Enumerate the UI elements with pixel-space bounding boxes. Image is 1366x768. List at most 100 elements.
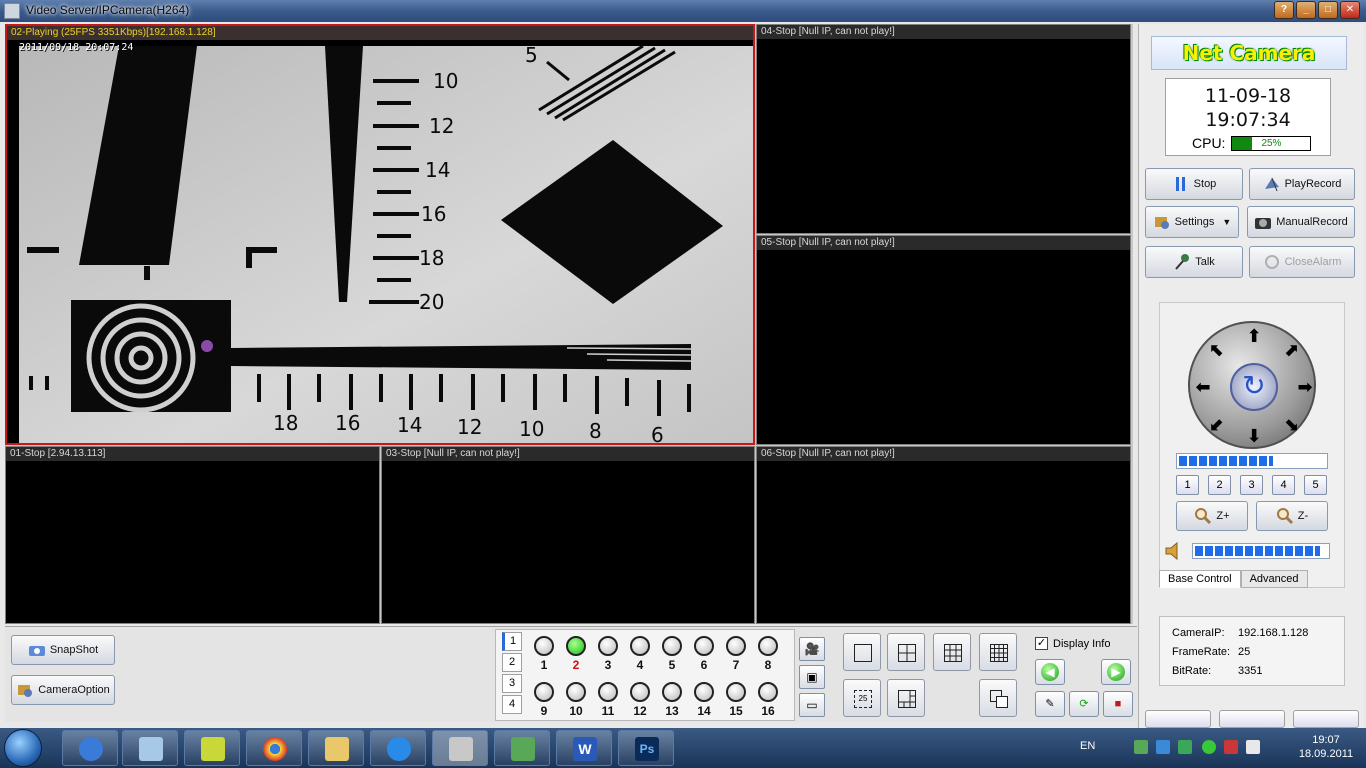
channel-button-5[interactable]: 5 — [660, 636, 684, 672]
thunderbird-icon — [79, 737, 103, 761]
arrow-down-left-icon[interactable]: ⬋ — [1208, 415, 1226, 433]
window-button[interactable] — [1219, 710, 1285, 728]
ptz-speed-slider[interactable] — [1176, 453, 1328, 469]
page-button-1[interactable]: 1 — [502, 632, 522, 651]
next-button[interactable]: ▶ — [1101, 659, 1131, 685]
tab-advanced[interactable]: Advanced — [1240, 570, 1308, 588]
layout-16-button[interactable] — [979, 633, 1017, 671]
auto-rotate-icon[interactable]: ↻ — [1230, 363, 1278, 411]
zoom-in-button[interactable]: Z+ — [1176, 501, 1248, 531]
video-pane-02[interactable]: 02-Playing (25FPS 3351Kbps)[192.168.1.12… — [5, 24, 755, 445]
channel-button-7[interactable]: 7 — [724, 636, 748, 672]
minimize-button[interactable]: _ — [1296, 1, 1316, 19]
channel-button-12[interactable]: 12 — [628, 682, 652, 718]
preset-button-4[interactable]: 4 — [1272, 475, 1295, 495]
tray-volume-icon[interactable] — [1224, 740, 1238, 754]
maximize-button[interactable]: □ — [1318, 1, 1338, 19]
volume-slider[interactable] — [1192, 543, 1330, 559]
playrecord-button[interactable]: PlayRecord — [1249, 168, 1355, 200]
speaker-icon[interactable] — [1164, 541, 1186, 564]
tray-status-icon[interactable] — [1202, 740, 1216, 754]
edit-button[interactable]: ✎ — [1035, 691, 1065, 717]
taskbar-clock[interactable]: 19:07 18.09.2011 — [1296, 733, 1356, 761]
channel-button-11[interactable]: 11 — [596, 682, 620, 718]
manualrecord-button[interactable]: ManualRecord — [1247, 206, 1355, 238]
stop-button[interactable]: Stop — [1145, 168, 1243, 200]
help-button[interactable]: ? — [1274, 1, 1294, 19]
layout-6-button[interactable] — [887, 679, 925, 717]
ptz-direction-wheel[interactable]: ⬆ ⬇ ⬅ ➡ ⬉ ⬈ ⬋ ⬊ ↻ — [1188, 321, 1316, 449]
layout-25-button[interactable]: 25 — [843, 679, 881, 717]
settings-dropdown[interactable]: Settings ▼ — [1145, 206, 1239, 238]
preset-button-2[interactable]: 2 — [1208, 475, 1231, 495]
display-info-checkbox[interactable]: ✓ — [1035, 637, 1048, 650]
layout-4-button[interactable] — [887, 633, 925, 671]
tab-base-control[interactable]: Base Control — [1159, 570, 1241, 588]
channel-button-6[interactable]: 6 — [692, 636, 716, 672]
arrow-left-icon[interactable]: ⬅ — [1194, 378, 1212, 396]
start-button[interactable] — [4, 729, 42, 767]
arrow-up-icon[interactable]: ⬆ — [1245, 327, 1263, 345]
refresh-button[interactable]: ⟳ — [1069, 691, 1099, 717]
video-pane-06[interactable]: 06-Stop [Null IP, can not play!] — [756, 446, 1131, 624]
snapshot-button[interactable]: SnapShot — [11, 635, 115, 665]
video-pane-05[interactable]: 05-Stop [Null IP, can not play!] — [756, 235, 1131, 445]
tray-signal-icon[interactable] — [1246, 740, 1260, 754]
channel-button-8[interactable]: 8 — [756, 636, 780, 672]
page-button-3[interactable]: 3 — [502, 674, 522, 693]
channel-button-2[interactable]: 2 — [564, 636, 588, 672]
channel-button-10[interactable]: 10 — [564, 682, 588, 718]
close-button[interactable]: ✕ — [1340, 1, 1360, 19]
taskbar-app-word[interactable]: W — [556, 730, 612, 766]
taskbar-app-notes[interactable] — [122, 730, 178, 766]
tray-network-icon[interactable] — [1156, 740, 1170, 754]
page-button-2[interactable]: 2 — [502, 653, 522, 672]
prev-button[interactable]: ◀ — [1035, 659, 1065, 685]
video-pane-04[interactable]: 04-Stop [Null IP, can not play!] — [756, 24, 1131, 234]
arrow-right-icon[interactable]: ➡ — [1296, 378, 1314, 396]
talk-button[interactable]: Talk — [1145, 246, 1243, 278]
arrow-down-right-icon[interactable]: ⬊ — [1282, 415, 1300, 433]
channel-button-14[interactable]: 14 — [692, 682, 716, 718]
delete-button[interactable]: ■ — [1103, 691, 1133, 717]
taskbar-app-ipcamera[interactable] — [432, 730, 488, 766]
language-indicator[interactable]: EN — [1080, 740, 1095, 752]
channel-button-16[interactable]: 16 — [756, 682, 780, 718]
tray-security-icon[interactable] — [1134, 740, 1148, 754]
record-camera-button[interactable]: 🎥 — [799, 637, 825, 661]
arrow-down-icon[interactable]: ⬇ — [1245, 427, 1263, 445]
channel-button-9[interactable]: 9 — [532, 682, 556, 718]
page-button-4[interactable]: 4 — [502, 695, 522, 714]
taskbar-app-photoshop[interactable]: Ps — [618, 730, 674, 766]
tray-clover-icon[interactable] — [1178, 740, 1192, 754]
closealarm-button[interactable]: CloseAlarm — [1249, 246, 1355, 278]
preset-button-5[interactable]: 5 — [1304, 475, 1327, 495]
exit-button[interactable] — [1293, 710, 1359, 728]
preset-button-1[interactable]: 1 — [1176, 475, 1199, 495]
channel-button-15[interactable]: 15 — [724, 682, 748, 718]
channel-button-3[interactable]: 3 — [596, 636, 620, 672]
taskbar-app-chrome[interactable] — [246, 730, 302, 766]
lock-button[interactable] — [1145, 710, 1211, 728]
taskbar-app-calc[interactable] — [184, 730, 240, 766]
pip-layout-button[interactable] — [979, 679, 1017, 717]
zoom-out-button[interactable]: Z- — [1256, 501, 1328, 531]
channel-button-13[interactable]: 13 — [660, 682, 684, 718]
taskbar-app-ie[interactable] — [370, 730, 426, 766]
preset-button-3[interactable]: 3 — [1240, 475, 1263, 495]
taskbar-app-thunderbird[interactable] — [62, 730, 118, 766]
fullscreen-button[interactable]: ▣ — [799, 665, 825, 689]
cameraoption-button[interactable]: CameraOption — [11, 675, 115, 705]
arrow-up-left-icon[interactable]: ⬉ — [1208, 341, 1226, 359]
channel-button-1[interactable]: 1 — [532, 636, 556, 672]
arrow-up-right-icon[interactable]: ⬈ — [1282, 341, 1300, 359]
taskbar-app-explorer[interactable] — [308, 730, 364, 766]
channel-button-4[interactable]: 4 — [628, 636, 652, 672]
video-pane-03[interactable]: 03-Stop [Null IP, can not play!] — [381, 446, 755, 624]
layout-9-button[interactable] — [933, 633, 971, 671]
layout-1-button[interactable] — [843, 633, 881, 671]
video-pane-01[interactable]: 01-Stop [2.94.13.113] — [5, 446, 380, 624]
list-view-button[interactable]: ▭ — [799, 693, 825, 717]
display-info-option[interactable]: ✓ Display Info — [1035, 637, 1110, 650]
taskbar-app-network[interactable] — [494, 730, 550, 766]
